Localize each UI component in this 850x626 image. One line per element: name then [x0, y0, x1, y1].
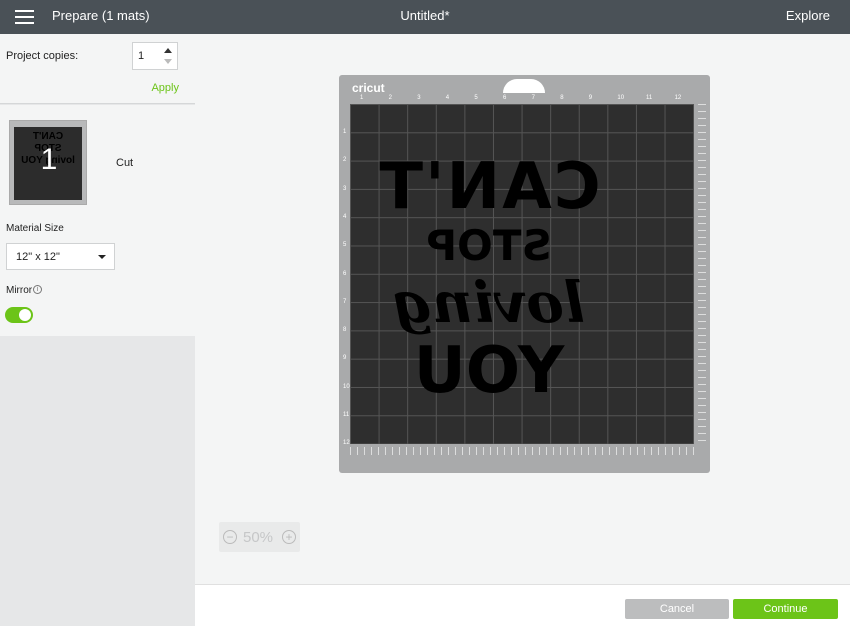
design-line: YOU [413, 334, 565, 408]
ruler-tick-label: 8 [343, 327, 347, 334]
ruler-tick-label: 6 [343, 270, 347, 277]
project-copies-section: Project copies: 1 Apply [0, 34, 195, 104]
prepare-title: Prepare (1 mats) [52, 8, 150, 23]
decrement-arrow-icon[interactable] [164, 59, 172, 64]
info-icon[interactable]: i [33, 285, 42, 294]
hamburger-menu-icon[interactable] [15, 10, 34, 24]
ruler-tick-label: 1 [343, 129, 347, 135]
zoom-control: − 50% + [219, 522, 300, 552]
project-copies-stepper[interactable]: 1 [132, 42, 178, 70]
left-panel: Project copies: 1 Apply CAN'T STOP lovin… [0, 34, 195, 626]
ruler-tick-label: 9 [343, 355, 347, 362]
ruler-tick-label: 8 [560, 95, 564, 101]
mat-list-item: CAN'T STOP loving YOU 1 Cut Material Siz… [0, 105, 195, 336]
zoom-level: 50% [243, 529, 274, 546]
mirrored-design[interactable]: CAN'T STOP loving YOU [374, 150, 604, 452]
mat-preview-canvas: cricut 1 2 3 4 5 6 7 8 9 10 11 12 1 2 3 4 5 6 7 8 9 10 11 12 C… [195, 34, 850, 584]
material-size-label: Material Size [6, 223, 64, 234]
ruler-tick-label: 3 [343, 185, 347, 192]
continue-button[interactable]: Continue [733, 599, 838, 619]
cancel-button[interactable]: Cancel [625, 599, 729, 619]
ruler-right [698, 104, 706, 444]
project-copies-value[interactable]: 1 [138, 50, 144, 62]
ruler-tick-label: 5 [343, 242, 347, 249]
design-line: CAN'T [377, 150, 601, 224]
ruler-tick-label: 6 [503, 95, 507, 101]
ruler-tick-label: 7 [531, 95, 535, 101]
ruler-tick-label: 10 [343, 383, 350, 390]
cricut-logo: cricut [352, 81, 385, 95]
ruler-tick-label: 4 [445, 95, 450, 101]
mat-thumbnail[interactable]: CAN'T STOP loving YOU 1 [9, 120, 87, 205]
zoom-in-icon[interactable]: + [282, 530, 296, 544]
design-line: STOP [426, 221, 552, 270]
ruler-tick-label: 11 [343, 412, 350, 418]
mirror-toggle[interactable] [5, 307, 33, 323]
project-copies-label: Project copies: [6, 50, 79, 62]
mat-number: 1 [40, 143, 58, 176]
apply-button[interactable]: Apply [151, 82, 179, 94]
material-size-value: 12" x 12" [16, 251, 60, 263]
material-size-select[interactable]: 12" x 12" [6, 243, 115, 270]
cutting-mat: cricut 1 2 3 4 5 6 7 8 9 10 11 12 1 2 3 4 5 6 7 8 9 10 11 12 C… [339, 75, 710, 473]
chevron-down-icon [98, 255, 106, 259]
zoom-out-icon[interactable]: − [223, 530, 237, 544]
ruler-bottom [350, 447, 694, 455]
ruler-tick-label: 9 [588, 95, 593, 101]
ruler-tick-label: 4 [343, 213, 347, 220]
toggle-knob [19, 309, 31, 321]
ruler-tick-label: 3 [417, 95, 421, 101]
ruler-tick-label: 12 [343, 440, 350, 447]
ruler-tick-label: 10 [617, 95, 625, 101]
ruler-tick-label: 5 [474, 95, 478, 101]
mat-grid[interactable]: CAN'T STOP loving YOU [350, 104, 694, 444]
cut-label: Cut [116, 157, 134, 169]
ruler-tick-label: 7 [343, 298, 347, 305]
ruler-tick-label: 1 [360, 95, 364, 101]
footer-bar: Cancel Continue [195, 584, 850, 626]
ruler-tick-label: 2 [388, 95, 392, 101]
ruler-tick-label: 2 [343, 157, 347, 164]
explore-link[interactable]: Explore [786, 8, 830, 23]
mirror-label: Mirror [6, 285, 33, 296]
ruler-tick-label: 11 [646, 95, 653, 101]
top-bar: Prepare (1 mats) Untitled* Explore [0, 0, 850, 34]
ruler-tick-label: 12 [674, 95, 682, 101]
increment-arrow-icon[interactable] [164, 48, 172, 53]
ruler-top: 1 2 3 4 5 6 7 8 9 10 11 12 [350, 95, 699, 104]
design-line: loving [392, 270, 586, 336]
mat-hanging-tab [503, 79, 545, 93]
